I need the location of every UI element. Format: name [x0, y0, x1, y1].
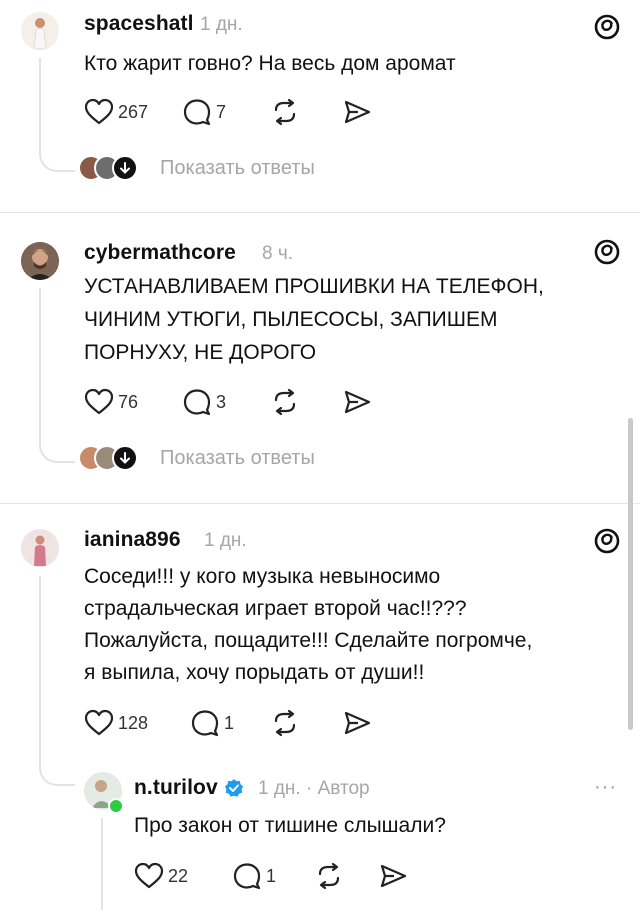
heart-icon [84, 388, 114, 415]
thread-line [39, 576, 41, 766]
repost-button[interactable] [270, 388, 300, 416]
post-text: Соседи!!! у кого музыка невыносимо страд… [84, 561, 624, 689]
comment-icon [191, 710, 219, 737]
repost-icon [274, 98, 296, 126]
heart-icon [134, 862, 164, 889]
post-cybermathcore: cybermathcore 8 ч. УСТАНАВЛИВАЕМ ПРОШИВК… [0, 213, 640, 503]
like-button[interactable]: 267 [84, 98, 148, 126]
reply-n-turilov: n.turilov 1 дн. · Автор ··· Про закон от… [0, 764, 640, 913]
like-button[interactable]: 76 [84, 388, 138, 416]
reply-text: Про закон от тишине слышали? [134, 814, 446, 837]
username[interactable]: ianina896 [84, 528, 181, 552]
share-button[interactable] [378, 862, 408, 890]
share-button[interactable] [342, 388, 372, 416]
post-actions: 128 1 [84, 709, 404, 737]
post-ianina896: ianina896 1 дн. Соседи!!! у кого музыка … [0, 504, 640, 913]
comment-count: 7 [216, 101, 227, 122]
thread-curve [39, 423, 75, 463]
timestamp: 1 дн. [204, 530, 247, 551]
threads-logo-icon[interactable] [592, 526, 622, 556]
username[interactable]: cybermathcore [84, 241, 236, 265]
repost-button[interactable] [314, 862, 344, 890]
comment-icon [233, 863, 261, 890]
repost-button[interactable] [270, 709, 300, 737]
avatar[interactable] [21, 242, 59, 280]
show-replies-label[interactable]: Показать ответы [160, 157, 315, 180]
like-button[interactable]: 22 [134, 862, 188, 890]
comment-count: 3 [216, 391, 227, 412]
down-arrow-icon [112, 155, 138, 181]
avatar[interactable] [21, 12, 59, 50]
more-options-icon[interactable]: ··· [594, 776, 617, 799]
like-count: 128 [118, 712, 149, 733]
text-line: Соседи!!! у кого музыка невыносимо [84, 565, 441, 588]
post-actions: 267 7 [84, 98, 404, 126]
author-label: Автор [317, 778, 370, 799]
threads-logo-icon[interactable] [592, 237, 622, 267]
text-line: я выпила, хочу порыдать от души!! [84, 661, 425, 684]
send-icon [344, 390, 371, 414]
text-line: страдальческая играет второй час!!??? [84, 597, 467, 620]
threads-logo-icon[interactable] [592, 12, 622, 42]
like-count: 22 [168, 865, 189, 886]
share-button[interactable] [342, 709, 372, 737]
repost-icon [274, 388, 296, 416]
heart-icon [84, 98, 114, 125]
comment-count: 1 [266, 865, 277, 886]
scrollbar[interactable] [628, 418, 633, 730]
post-spaceshatl: spaceshatl 1 дн. Кто жарит говно? На вес… [0, 0, 640, 212]
repost-button[interactable] [270, 98, 300, 126]
comment-button[interactable]: 3 [182, 388, 226, 416]
show-replies[interactable]: Показать ответы [78, 445, 378, 475]
comment-count: 1 [224, 712, 235, 733]
verified-badge-icon [224, 779, 243, 798]
comment-button[interactable]: 7 [182, 98, 226, 126]
timestamp: 8 ч. [262, 243, 294, 264]
repost-icon [318, 862, 340, 890]
send-icon [344, 711, 371, 735]
online-status-dot [108, 798, 124, 814]
like-button[interactable]: 128 [84, 709, 148, 737]
text-line: ПОРНУХУ, НЕ ДОРОГО [84, 341, 317, 364]
comment-icon [183, 99, 211, 126]
thread-line [39, 288, 41, 438]
avatar[interactable] [21, 529, 59, 567]
show-replies-label[interactable]: Показать ответы [160, 447, 315, 470]
share-button[interactable] [342, 98, 372, 126]
timestamp: 1 дн. · Автор [258, 778, 370, 799]
like-count: 76 [118, 391, 139, 412]
thread-line [101, 818, 103, 910]
send-icon [380, 864, 407, 888]
reply-actions: 22 1 [134, 862, 434, 890]
username[interactable]: spaceshatl [84, 12, 194, 36]
comment-icon [183, 389, 211, 416]
comment-button[interactable]: 1 [232, 862, 276, 890]
send-icon [344, 100, 371, 124]
comment-button[interactable]: 1 [190, 709, 234, 737]
like-count: 267 [118, 101, 149, 122]
post-text: Кто жарит говно? На весь дом аромат [84, 52, 456, 75]
text-line: Пожалуйста, пощадите!!! Сделайте погромч… [84, 629, 533, 652]
down-arrow-icon [112, 445, 138, 471]
text-line: УСТАНАВЛИВАЕМ ПРОШИВКИ НА ТЕЛЕФОН, [84, 275, 544, 298]
heart-icon [84, 709, 114, 736]
post-text: УСТАНАВЛИВАЕМ ПРОШИВКИ НА ТЕЛЕФОН, ЧИНИМ… [84, 270, 624, 369]
show-replies[interactable]: Показать ответы [78, 155, 378, 185]
text-line: ЧИНИМ УТЮГИ, ПЫЛЕСОСЫ, ЗАПИШЕМ [84, 308, 498, 331]
post-actions: 76 3 [84, 388, 404, 416]
timestamp: 1 дн. [200, 14, 243, 35]
repost-icon [274, 709, 296, 737]
thread-curve [39, 132, 75, 172]
username[interactable]: n.turilov [134, 776, 244, 800]
